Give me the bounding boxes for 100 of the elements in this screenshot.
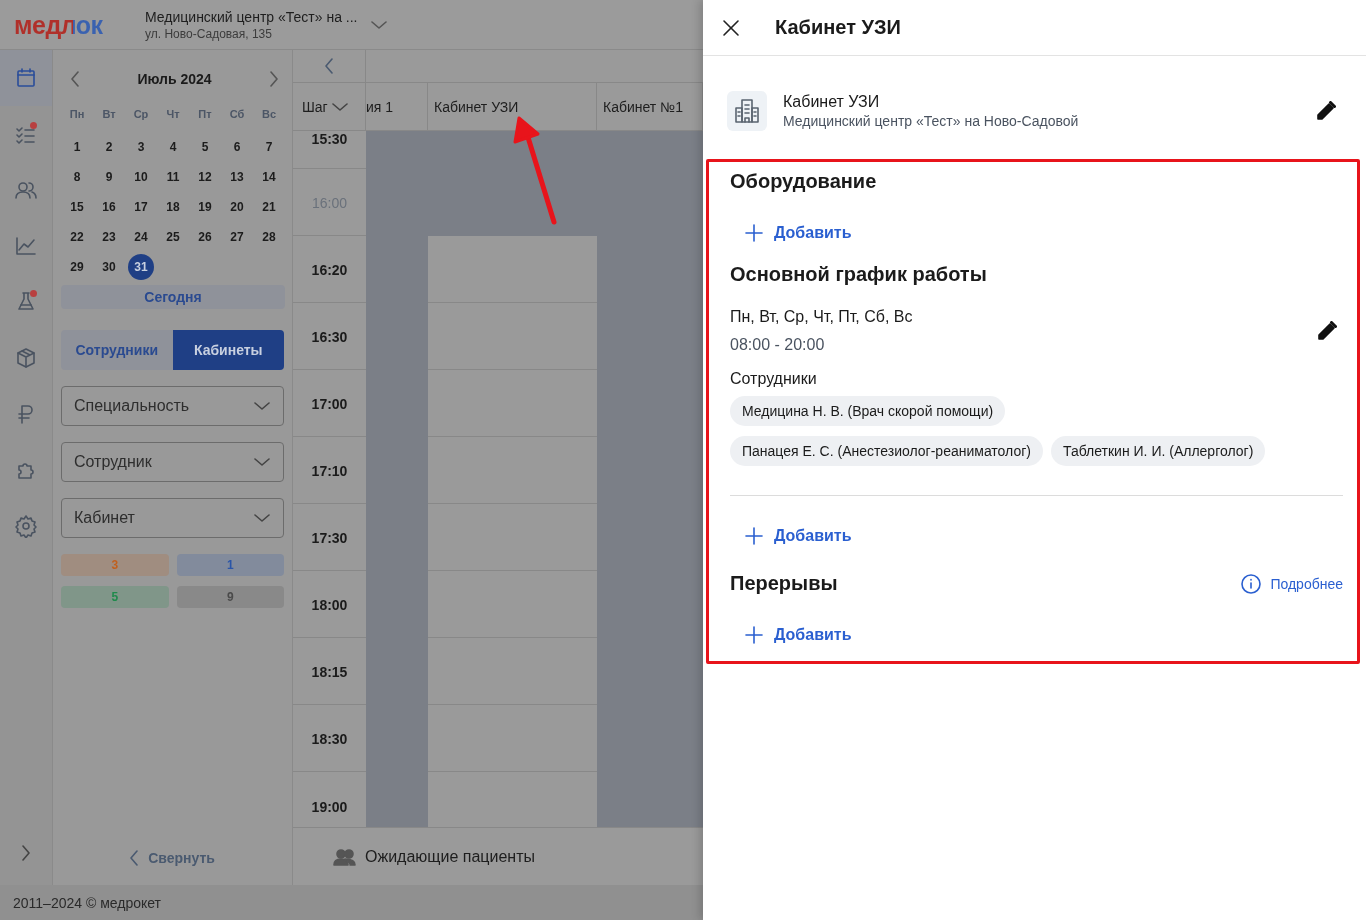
chevron-left-icon	[130, 850, 139, 866]
add-button[interactable]: Добавить	[744, 625, 852, 645]
work-days: Пн, Вт, Ср, Чт, Пт, Сб, Вс	[730, 308, 1317, 326]
section-title: Оборудование	[730, 170, 878, 193]
calendar-day[interactable]: 7	[253, 132, 285, 162]
staff-label: Сотрудники	[730, 370, 818, 388]
staff-chip[interactable]: Таблеткин И. И. (Аллерголог)	[1050, 436, 1266, 466]
calendar-day[interactable]: 29	[61, 252, 93, 282]
staff-chip[interactable]: Медицина Н. В. (Врач скорой помощи)	[730, 396, 1006, 426]
waiting-patients-button[interactable]: Ожидающие пациенты	[327, 846, 541, 867]
calendar-day[interactable]: 13	[221, 162, 253, 192]
chevron-down-icon	[371, 20, 388, 29]
people-icon	[333, 847, 357, 866]
clinic-dropdown-button[interactable]	[371, 20, 388, 29]
chevron-left-icon	[71, 71, 79, 87]
calendar-day[interactable]: 23	[93, 222, 125, 252]
weekday-label: Чт	[165, 107, 181, 122]
clinic-address: ул. Ново-Садовая, 135	[145, 26, 273, 41]
dropdown-field[interactable]: Сотрудник	[61, 442, 284, 482]
calendar-day[interactable]: 25	[157, 222, 189, 252]
time-label: 15:30	[293, 131, 366, 169]
calendar-day[interactable]: 1	[61, 132, 93, 162]
time-label: 18:15	[293, 638, 366, 705]
chevron-left-icon	[325, 58, 333, 74]
calendar-day[interactable]: 30	[93, 252, 125, 282]
calendar-day[interactable]: 31	[128, 254, 154, 280]
calendar-day[interactable]: 4	[157, 132, 189, 162]
time-label: 17:00	[293, 370, 366, 437]
plus-icon	[744, 223, 764, 243]
calendar-day[interactable]: 20	[221, 192, 253, 222]
plus-icon	[744, 625, 764, 645]
calendar-day[interactable]: 22	[61, 222, 93, 252]
chevron-down-icon	[254, 458, 270, 466]
calendar-day[interactable]: 10	[125, 162, 157, 192]
count-badge: 1	[176, 554, 284, 576]
calendar-day[interactable]: 5	[189, 132, 221, 162]
weekday-label: Сб	[228, 107, 246, 122]
weekday-label: Вс	[260, 107, 278, 122]
calendar-day[interactable]: 26	[189, 222, 221, 252]
calendar-day[interactable]: 21	[253, 192, 285, 222]
calendar-day[interactable]: 8	[61, 162, 93, 192]
edit-button[interactable]	[1316, 101, 1336, 121]
count-badge: 3	[61, 554, 169, 576]
step-dropdown[interactable]: Шаг	[293, 83, 366, 130]
time-label: 18:30	[293, 705, 366, 772]
add-button[interactable]: Добавить	[744, 223, 852, 243]
calendar-day[interactable]: 12	[189, 162, 221, 192]
copyright-text: 2011–2024 © медрокет	[13, 894, 161, 911]
section-title: Перерывы	[730, 572, 838, 595]
weekday-label: Пт	[197, 107, 213, 122]
time-label: 18:00	[293, 571, 366, 638]
column-header: ия 1	[366, 83, 428, 130]
dropdown-field[interactable]: Специальность	[61, 386, 284, 426]
plus-icon	[744, 526, 764, 546]
chevron-right-icon	[22, 845, 30, 861]
edit-button[interactable]	[1317, 321, 1337, 341]
count-badge: 5	[61, 586, 169, 608]
room-clinic: Медицинский центр «Тест» на Ново-Садовой	[783, 113, 1080, 129]
previous-month-button[interactable]	[71, 71, 79, 87]
close-icon	[721, 17, 741, 38]
calendar-day[interactable]: 3	[125, 132, 157, 162]
settings-icon	[14, 514, 38, 538]
dropdown-field[interactable]: Кабинет	[61, 498, 284, 538]
calendar-day[interactable]: 17	[125, 192, 157, 222]
count-badge: 9	[176, 586, 284, 608]
chevron-down-icon	[331, 102, 348, 111]
time-label: 17:10	[293, 437, 366, 504]
calendar-day[interactable]: 15	[61, 192, 93, 222]
calendar-day[interactable]: 2	[93, 132, 125, 162]
section-title: Основной график работы	[730, 263, 988, 286]
calendar-day[interactable]: 9	[93, 162, 125, 192]
chevron-down-icon	[254, 402, 270, 410]
close-button[interactable]	[721, 17, 741, 38]
clinic-name: Медицинский центр «Тест» на ...	[145, 8, 358, 25]
view-tab[interactable]: Кабинеты	[172, 330, 284, 370]
building-icon	[733, 97, 761, 125]
pencil-icon	[1317, 321, 1337, 341]
info-icon	[1240, 572, 1263, 595]
time-label: 16:20	[293, 236, 366, 303]
work-hours: 08:00 - 20:00	[730, 336, 826, 354]
drawer-title: Кабинет УЗИ	[775, 16, 901, 39]
time-label: 17:30	[293, 504, 366, 571]
calendar-day[interactable]: 28	[253, 222, 285, 252]
weekday-label: Вт	[101, 107, 117, 122]
staff-chip[interactable]: Панацея Е. С. (Анестезиолог-реаниматолог)	[730, 436, 1043, 466]
details-link[interactable]: Подробнее	[1240, 572, 1343, 595]
calendar-day[interactable]: 6	[221, 132, 253, 162]
next-month-button[interactable]	[270, 71, 278, 87]
nav-item[interactable]	[0, 50, 52, 106]
calendar-day[interactable]: 16	[93, 192, 125, 222]
calendar-day[interactable]: 24	[125, 222, 157, 252]
chevron-down-icon	[254, 514, 270, 522]
calendar-day[interactable]: 19	[189, 192, 221, 222]
add-button[interactable]: Добавить	[744, 526, 852, 546]
weekday-label: Пн	[68, 107, 86, 122]
calendar-day[interactable]: 27	[221, 222, 253, 252]
chart-icon	[14, 234, 38, 258]
calendar-day[interactable]: 18	[157, 192, 189, 222]
calendar-day[interactable]: 11	[157, 162, 189, 192]
calendar-day[interactable]: 14	[253, 162, 285, 192]
